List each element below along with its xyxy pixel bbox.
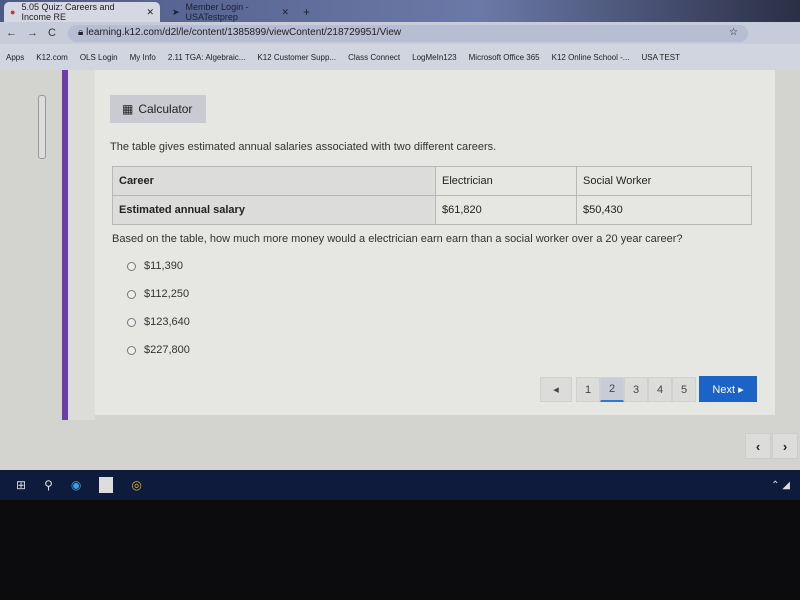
chevron-right-icon[interactable]: ›: [772, 433, 798, 459]
table-cell: $50,430: [576, 195, 752, 225]
page-2[interactable]: 2: [600, 377, 624, 402]
radio-button[interactable]: [127, 289, 136, 299]
next-button[interactable]: Next ▸: [699, 376, 757, 402]
side-panel-toggle[interactable]: [38, 95, 46, 159]
bookmark-support[interactable]: K12 Customer Supp...: [257, 53, 336, 62]
star-icon[interactable]: ☆: [729, 27, 738, 38]
tab-usatestprep[interactable]: ➤ Member Login - USATestprep ✕ +: [166, 2, 316, 22]
answer-option-2[interactable]: $112,250: [127, 288, 189, 300]
bookmark-classconnect[interactable]: Class Connect: [348, 53, 400, 62]
lock-icon: 🔒︎: [78, 27, 87, 38]
address-bar[interactable]: 🔒︎ learning.k12.com/d2l/le/content/13858…: [68, 25, 748, 42]
chrome-icon[interactable]: ◎: [131, 478, 141, 492]
answer-option-1[interactable]: $11,390: [127, 260, 183, 272]
calculator-label: Calculator: [138, 102, 193, 116]
page-4[interactable]: 4: [648, 377, 672, 402]
forward-icon[interactable]: →: [27, 27, 38, 39]
radio-button[interactable]: [127, 345, 136, 355]
edge-icon[interactable]: ◉: [71, 478, 81, 492]
bookmark-usatest[interactable]: USA TEST: [641, 53, 680, 62]
radio-button[interactable]: [127, 261, 136, 271]
chevron-left-icon[interactable]: ‹: [745, 433, 771, 459]
bookmark-logmein[interactable]: LogMeIn123: [412, 53, 456, 62]
bookmark-ols[interactable]: OLS Login: [80, 53, 118, 62]
tab-label: Member Login - USATestprep: [185, 2, 249, 22]
bookmark-office[interactable]: Microsoft Office 365: [469, 53, 540, 62]
table-cell: Career: [112, 166, 436, 196]
app-icon[interactable]: [99, 477, 114, 493]
bookmark-k12online[interactable]: K12 Online School -...: [552, 53, 630, 62]
answer-option-3[interactable]: $123,640: [127, 316, 190, 328]
question-text: Based on the table, how much more money …: [112, 233, 683, 245]
option-label: $227,800: [144, 344, 190, 356]
table-cell: $61,820: [435, 195, 577, 225]
favicon-icon: ●: [10, 7, 16, 17]
search-icon[interactable]: ⚲: [44, 478, 53, 492]
close-tab-icon[interactable]: ✕: [281, 7, 289, 18]
tab-label: 5.05 Quiz: Careers and Income RE: [21, 2, 115, 22]
system-tray-icon[interactable]: ⌃ ◢: [771, 480, 790, 491]
option-label: $11,390: [144, 260, 183, 272]
bookmark-tga[interactable]: 2.11 TGA: Algebraic...: [168, 53, 246, 62]
close-tab-icon[interactable]: ✕: [146, 7, 154, 18]
calculator-button[interactable]: ▦ Calculator: [110, 95, 206, 123]
salary-table: Career Electrician Social Worker Estimated…: [112, 166, 752, 225]
question-intro: The table gives estimated annual salarie…: [110, 141, 497, 153]
bookmarks-bar: Apps K12.com OLS Login My Info 2.11 TGA:…: [0, 44, 800, 70]
table-cell: Electrician: [435, 166, 577, 196]
tab-quiz[interactable]: ● 5.05 Quiz: Careers and Income RE ✕: [4, 2, 160, 22]
back-icon[interactable]: ←: [6, 27, 17, 39]
windows-start-icon[interactable]: ⊞: [16, 478, 26, 492]
url-text: learning.k12.com/d2l/le/content/1385899/…: [86, 27, 402, 38]
option-label: $123,640: [144, 316, 190, 328]
table-cell: Social Worker: [576, 166, 752, 196]
cursor-icon: ➤: [172, 6, 180, 17]
table-header-row: Career Electrician Social Worker: [112, 166, 752, 196]
table-row: Estimated annual salary $61,820 $50,430: [112, 195, 752, 225]
taskbar: ⊞ ⚲ ◉ ◎ ⌃ ◢: [0, 470, 800, 500]
side-panel: [68, 70, 95, 420]
bookmark-myinfo[interactable]: My Info: [130, 53, 156, 62]
bookmark-apps[interactable]: Apps: [6, 53, 24, 62]
answer-option-4[interactable]: $227,800: [127, 344, 190, 356]
radio-button[interactable]: [127, 317, 136, 327]
reload-icon[interactable]: C: [48, 27, 56, 39]
bookmark-k12[interactable]: K12.com: [36, 53, 68, 62]
option-label: $112,250: [144, 288, 190, 300]
new-tab-button[interactable]: +: [303, 5, 310, 19]
table-cell: Estimated annual salary: [112, 195, 436, 225]
page-5[interactable]: 5: [672, 377, 696, 402]
pagination: ◂ 1 2 3 4 5: [540, 377, 696, 402]
page-1[interactable]: 1: [576, 377, 600, 402]
page-3[interactable]: 3: [624, 377, 648, 402]
calculator-icon: ▦: [122, 102, 134, 116]
previous-page-button[interactable]: ◂: [540, 377, 572, 402]
